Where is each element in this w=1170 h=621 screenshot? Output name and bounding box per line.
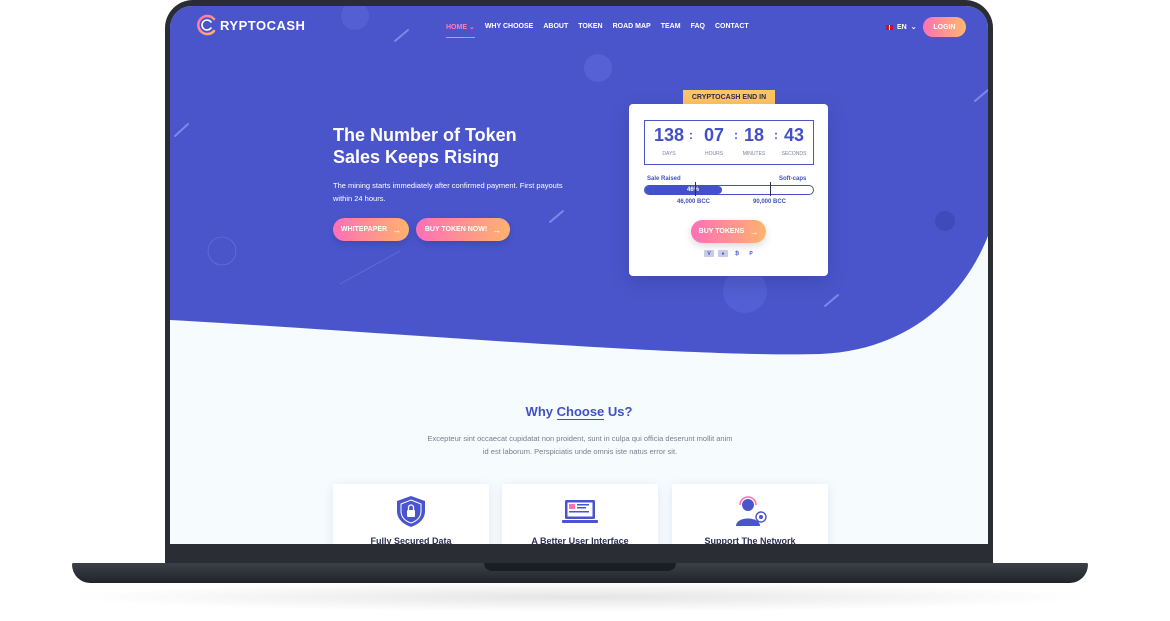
mastercard-icon: ●: [718, 250, 728, 257]
progress-marker-1: [695, 182, 696, 196]
arrow-right-icon: →: [392, 224, 402, 235]
buy-tokens-label: BUY TOKENS: [698, 228, 745, 235]
days-label: DAYS: [662, 151, 676, 157]
hero-title: The Number of Token Sales Keeps Rising: [333, 124, 593, 168]
minutes-label: MINUTES: [742, 151, 766, 157]
main-nav: HOME ⌄ WHY CHOOSE ABOUT TOKEN ROAD MAP T…: [446, 23, 749, 38]
laptop-notch: [484, 563, 676, 571]
visa-icon: V: [704, 250, 714, 257]
logo[interactable]: RYPTOCASH: [196, 14, 305, 36]
nav-token[interactable]: TOKEN: [578, 23, 602, 38]
logo-c-icon: [197, 14, 216, 36]
why-choose-title: Why Choose Us?: [170, 404, 988, 420]
bitcoin-icon: ₿: [734, 250, 740, 257]
feature-title: A Better User Interface: [531, 536, 629, 544]
laptop-shadow: [60, 582, 1100, 612]
progress-marker-2: [770, 182, 771, 196]
feature-card-support-network: Support The Network: [672, 484, 828, 544]
hours-label: HOURS: [704, 151, 724, 157]
buy-token-now-label: BUY TOKEN NOW!: [424, 226, 488, 233]
feature-title: Support The Network: [704, 536, 796, 544]
uk-flag-icon: [886, 24, 893, 30]
countdown-timer: 138 DAYS : 07 HOURS : 18 MINUTES : 43 SE…: [644, 120, 814, 165]
chevron-down-icon: ⌄: [468, 24, 475, 31]
buy-token-now-button[interactable]: BUY TOKEN NOW! →: [416, 218, 510, 241]
chevron-down-icon: ⌄: [910, 24, 917, 31]
nav-why-choose[interactable]: WHY CHOOSE: [485, 23, 534, 38]
why-title-pre: Why: [525, 404, 557, 419]
why-desc-line2: id est laborum. Perspiciatis unde omnis …: [482, 447, 678, 456]
whitepaper-button[interactable]: WHITEPAPER →: [333, 218, 409, 241]
hero-subtitle: The mining starts immediately after conf…: [333, 181, 563, 203]
sale-raised-label: Sale Raised: [647, 176, 681, 182]
why-title-highlight: Choose: [556, 404, 605, 420]
hero-title-line2: Sales Keeps Rising: [333, 147, 500, 167]
payment-icons: V ● ₿ P: [704, 250, 756, 257]
countdown-days: 138 DAYS: [651, 125, 687, 157]
soft-caps-label: Soft-caps: [779, 176, 807, 182]
progress-marker-1-label: 46,000 BCC: [677, 199, 711, 205]
countdown-tab: CRYPTOCASH END IN: [683, 90, 775, 104]
sale-progress-percent: 46%: [687, 187, 700, 193]
countdown-hours: 07 HOURS: [696, 125, 732, 157]
hero-background: [170, 6, 988, 355]
language-label: EN: [897, 23, 907, 31]
sale-progress-bar: [644, 185, 814, 195]
minutes-value: 18: [743, 125, 765, 145]
sale-progress-fill: [645, 186, 723, 194]
nav-contact[interactable]: CONTACT: [715, 23, 749, 38]
nav-road-map[interactable]: ROAD MAP: [613, 23, 651, 38]
nav-team[interactable]: TEAM: [661, 23, 681, 38]
arrow-right-icon: →: [749, 226, 759, 237]
feature-card-user-interface: A Better User Interface: [502, 484, 658, 544]
shield-lock-icon: [397, 496, 425, 527]
why-choose-description: Excepteur sint occaecat cupidatat non pr…: [415, 432, 745, 458]
arrow-right-icon: →: [492, 224, 502, 235]
login-button[interactable]: LOGIN: [923, 17, 966, 37]
nav-faq[interactable]: FAQ: [691, 23, 705, 38]
paypal-icon: P: [749, 250, 753, 257]
countdown-card: 138 DAYS : 07 HOURS : 18 MINUTES : 43 SE…: [629, 104, 828, 276]
colon: :: [689, 128, 693, 142]
why-title-post: Us?: [604, 404, 633, 419]
buy-tokens-button[interactable]: BUY TOKENS →: [691, 220, 766, 243]
nav-home-label: HOME: [446, 24, 467, 31]
progress-marker-2-label: 90,000 BCC: [753, 199, 787, 205]
countdown-minutes: 18 MINUTES: [736, 125, 772, 157]
feature-card-secured-data: Fully Secured Data: [333, 484, 489, 544]
why-desc-line1: Excepteur sint occaecat cupidatat non pr…: [427, 434, 733, 443]
nav-about[interactable]: ABOUT: [543, 23, 568, 38]
days-value: 138: [653, 125, 685, 145]
seconds-label: SECONDS: [781, 151, 807, 157]
whitepaper-label: WHITEPAPER: [340, 226, 388, 233]
language-select[interactable]: EN ⌄: [886, 23, 917, 31]
hero-title-line1: The Number of Token: [333, 125, 517, 145]
laptop-screen: RYPTOCASH HOME ⌄ WHY CHOOSE ABOUT TOKEN …: [170, 6, 988, 544]
logo-text: RYPTOCASH: [220, 17, 306, 33]
support-agent-icon: [736, 496, 767, 526]
hero-section: RYPTOCASH HOME ⌄ WHY CHOOSE ABOUT TOKEN …: [170, 6, 988, 366]
nav-home[interactable]: HOME ⌄: [446, 23, 475, 38]
feature-title: Fully Secured Data: [370, 536, 452, 544]
countdown-seconds: 43 SECONDS: [776, 125, 812, 157]
monitor-icon: [562, 500, 598, 523]
hours-value: 07: [703, 125, 725, 145]
seconds-value: 43: [783, 125, 805, 145]
